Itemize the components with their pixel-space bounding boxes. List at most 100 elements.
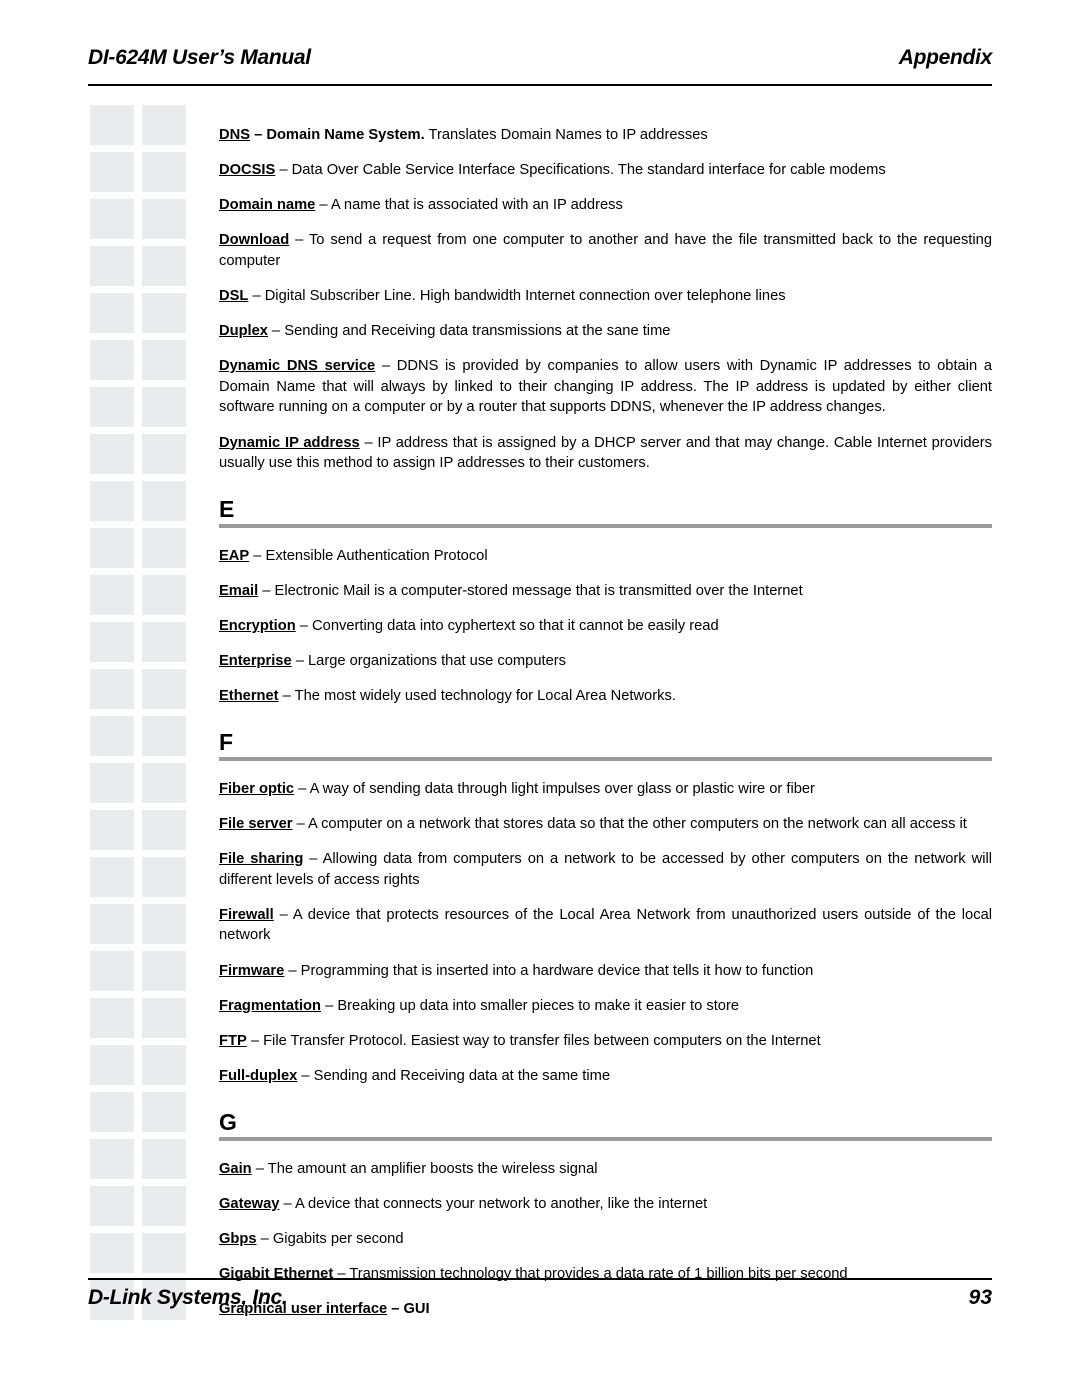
decorative-square (142, 1092, 186, 1132)
decorative-square (90, 434, 134, 474)
glossary-term: Download (219, 232, 290, 249)
glossary-term: Enterprise (219, 653, 292, 670)
decorative-square (142, 152, 186, 192)
glossary-definition: – Extensible Authentication Protocol (249, 547, 488, 564)
glossary-term: Fiber optic (219, 780, 295, 797)
page-header: DI-624M User’s Manual Appendix (88, 46, 992, 90)
decorative-column-right (142, 105, 186, 1327)
decorative-square (90, 669, 134, 709)
glossary-term: Fragmentation (219, 997, 322, 1014)
glossary-entry: Dynamic DNS service – DDNS is provided b… (219, 356, 992, 418)
decorative-square (142, 669, 186, 709)
glossary-entry: File sharing – Allowing data from comput… (219, 849, 992, 890)
glossary-definition: – A device that protects resources of th… (219, 906, 992, 944)
decorative-square (90, 810, 134, 850)
decorative-square (90, 1233, 134, 1273)
glossary-term: Gateway (219, 1195, 280, 1212)
decorative-square (90, 716, 134, 756)
glossary-term: Firewall (219, 906, 274, 923)
glossary-definition: – Domain Name System. Translates Domain … (250, 126, 708, 143)
decorative-square (90, 1139, 134, 1179)
decorative-square (142, 481, 186, 521)
glossary-entry: Gateway – A device that connects your ne… (219, 1194, 992, 1215)
glossary-term: File server (219, 815, 293, 832)
glossary-entry: Firmware – Programming that is inserted … (219, 961, 992, 982)
glossary-term: Dynamic DNS service (219, 358, 376, 375)
decorative-square (142, 763, 186, 803)
glossary-term: DNS (219, 126, 251, 143)
glossary-entry: Download – To send a request from one co… (219, 230, 992, 271)
decorative-square (90, 481, 134, 521)
page-number: 93 (968, 1286, 992, 1309)
glossary-definition: – A way of sending data through light im… (294, 780, 815, 797)
glossary-term: FTP (219, 1032, 247, 1049)
company-name: D-Link Systems, Inc. (88, 1286, 288, 1309)
glossary-term: Duplex (219, 323, 268, 340)
glossary-entry: Gain – The amount an amplifier boosts th… (219, 1159, 992, 1180)
decorative-square (142, 1139, 186, 1179)
glossary-entry: DSL – Digital Subscriber Line. High band… (219, 286, 992, 307)
header-divider (88, 84, 992, 86)
decorative-square (142, 857, 186, 897)
glossary-entry: Fragmentation – Breaking up data into sm… (219, 996, 992, 1017)
page-footer: D-Link Systems, Inc. 93 (88, 1278, 992, 1322)
glossary-term: EAP (219, 547, 250, 564)
glossary-definition: – Allowing data from computers on a netw… (219, 851, 992, 888)
decorative-square (90, 998, 134, 1038)
glossary-definition: – Sending and Receiving data transmissio… (267, 323, 671, 340)
glossary-term: Firmware (219, 962, 285, 979)
manual-title: DI-624M User’s Manual (88, 46, 311, 69)
decorative-square (142, 716, 186, 756)
glossary-entry: EAP – Extensible Authentication Protocol (219, 546, 992, 567)
section-letter: E (219, 495, 235, 522)
decorative-square (142, 575, 186, 615)
decorative-square (142, 293, 186, 333)
glossary-definition: – Gigabits per second (256, 1230, 404, 1247)
glossary-definition: – The most widely used technology for Lo… (278, 688, 676, 705)
decorative-square (90, 246, 134, 286)
glossary-entry: DNS – Domain Name System. Translates Dom… (219, 125, 992, 146)
glossary-definition: – A name that is associated with an IP a… (315, 197, 623, 214)
glossary-entry: DOCSIS – Data Over Cable Service Interfa… (219, 160, 992, 181)
section-divider (219, 1136, 992, 1141)
section-heading: G (219, 1109, 992, 1141)
glossary-entry: Encryption – Converting data into cypher… (219, 616, 992, 637)
glossary-definition: – Large organizations that use computers (291, 653, 566, 670)
decorative-square (90, 904, 134, 944)
glossary-definition: – A device that connects your network to… (279, 1195, 708, 1212)
decorative-square (90, 1092, 134, 1132)
glossary-definition: – Electronic Mail is a computer-stored m… (258, 582, 803, 599)
decorative-square (142, 340, 186, 380)
glossary-entry: Duplex – Sending and Receiving data tran… (219, 321, 992, 342)
glossary-definition: – A computer on a network that stores da… (292, 815, 967, 832)
decorative-square (142, 528, 186, 568)
decorative-square (90, 387, 134, 427)
glossary-entry: Fiber optic – A way of sending data thro… (219, 779, 992, 800)
decorative-square (142, 1045, 186, 1085)
glossary-definition: – Breaking up data into smaller pieces t… (321, 997, 740, 1014)
decorative-square (90, 340, 134, 380)
glossary-entry: Dynamic IP address – IP address that is … (219, 433, 992, 474)
decorative-square (90, 622, 134, 662)
glossary-term: Gain (219, 1160, 252, 1177)
footer-divider (88, 1278, 992, 1280)
appendix-title: Appendix (898, 46, 993, 69)
decorative-square (142, 810, 186, 850)
glossary-entry: Enterprise – Large organizations that us… (219, 651, 992, 672)
decorative-square (90, 951, 134, 991)
decorative-square (142, 387, 186, 427)
decorative-square (90, 1045, 134, 1085)
glossary-definition: – Sending and Receiving data at the same… (297, 1068, 611, 1085)
section-divider (219, 523, 992, 528)
glossary-definition: – To send a request from one computer to… (219, 232, 992, 269)
decorative-square (142, 998, 186, 1038)
decorative-square (142, 1233, 186, 1273)
glossary-entry: Firewall – A device that protects resour… (219, 905, 992, 946)
decorative-square (142, 1186, 186, 1226)
decorative-square (142, 951, 186, 991)
decorative-column-left (90, 105, 134, 1327)
glossary-term: Full-duplex (219, 1068, 298, 1085)
glossary-term: Ethernet (219, 688, 279, 705)
decorative-square (142, 105, 186, 145)
glossary-entry: Gbps – Gigabits per second (219, 1229, 992, 1250)
